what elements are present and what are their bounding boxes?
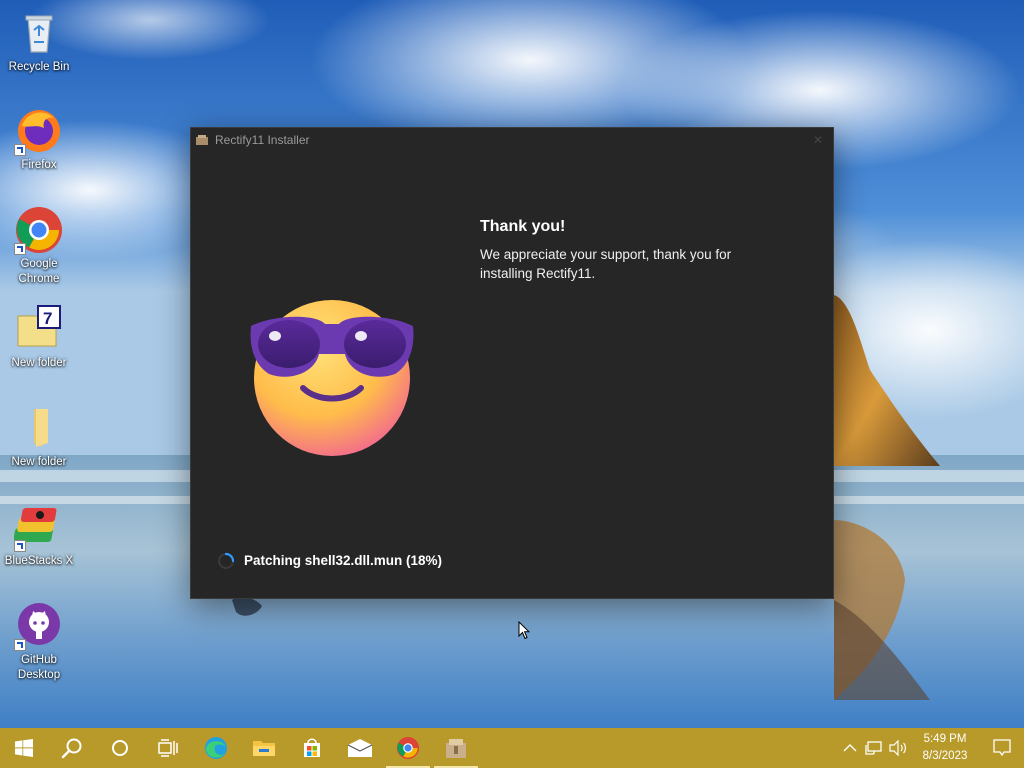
desktop-icon-label: New folder xyxy=(11,357,67,369)
installer-icon xyxy=(446,739,466,758)
svg-text:7: 7 xyxy=(43,309,52,328)
desktop-icon-label: BlueStacks X xyxy=(4,555,74,567)
taskbar-installer[interactable] xyxy=(432,728,480,768)
close-button[interactable]: ✕ xyxy=(803,128,833,152)
cortana-button[interactable] xyxy=(96,728,144,768)
chevron-up-icon xyxy=(843,744,857,752)
edge-icon xyxy=(205,737,227,759)
start-button[interactable] xyxy=(0,728,48,768)
desktop-icon-firefox[interactable]: Firefox xyxy=(0,106,78,173)
network-icon xyxy=(865,741,882,755)
chrome-icon xyxy=(14,205,64,255)
task-view-icon xyxy=(158,739,178,757)
desktop-icon-github-desktop[interactable]: GitHub Desktop xyxy=(0,601,78,683)
show-hidden-icons-button[interactable] xyxy=(838,728,862,768)
store-icon xyxy=(304,738,320,757)
action-center-icon xyxy=(993,739,1011,757)
bluestacks-icon xyxy=(13,502,64,552)
shortcut-arrow-icon xyxy=(14,243,26,255)
taskbar-file-explorer[interactable] xyxy=(240,728,288,768)
install-status-text: Patching shell32.dll.mun (18%) xyxy=(244,553,443,568)
clock-time: 5:49 PM xyxy=(923,733,967,745)
folder-icon xyxy=(14,403,64,453)
recycle-bin-icon xyxy=(14,8,64,58)
search-icon xyxy=(61,738,82,759)
installer-window[interactable]: Rectify11 Installer ✕ Thank you! We appr… xyxy=(190,127,834,599)
desktop-icon-new-folder[interactable]: New folder xyxy=(0,403,78,470)
start-icon xyxy=(15,739,33,757)
thank-you-message: We appreciate your support, thank you fo… xyxy=(480,247,732,281)
taskbar-store[interactable] xyxy=(288,728,336,768)
search-button[interactable] xyxy=(48,728,96,768)
cortana-icon xyxy=(112,740,128,756)
taskbar-clock[interactable]: 5:49 PM 8/3/2023 xyxy=(910,731,980,765)
volume-icon xyxy=(889,740,906,756)
thank-you-heading: Thank you! xyxy=(480,218,566,235)
shortcut-arrow-icon xyxy=(14,144,26,156)
taskbar: 5:49 PM 8/3/2023 xyxy=(0,728,1024,768)
desktop-icon-label: Google Chrome xyxy=(18,258,60,285)
desktop-icon-new-folder-7zip[interactable]: 7 New folder xyxy=(0,304,78,371)
desktop-icon-label: Recycle Bin xyxy=(8,61,70,73)
chrome-icon xyxy=(396,736,420,760)
taskbar-mail[interactable] xyxy=(336,728,384,768)
window-titlebar[interactable]: Rectify11 Installer ✕ xyxy=(191,128,833,152)
desktop-icon-google-chrome[interactable]: Google Chrome xyxy=(0,205,78,287)
firefox-icon xyxy=(14,106,64,156)
file-explorer-icon xyxy=(253,741,275,756)
taskbar-edge[interactable] xyxy=(192,728,240,768)
desktop-icon-bluestacks[interactable]: BlueStacks X xyxy=(0,502,78,569)
shortcut-arrow-icon xyxy=(14,639,26,651)
desktop-icon-recycle-bin[interactable]: Recycle Bin xyxy=(0,8,78,75)
mouse-cursor-icon xyxy=(518,621,530,640)
window-title: Rectify11 Installer xyxy=(215,133,310,147)
sunglasses-emoji-illustration xyxy=(250,300,414,456)
folder-7zip-icon: 7 xyxy=(14,304,64,354)
clock-date: 8/3/2023 xyxy=(922,750,968,762)
network-button[interactable] xyxy=(862,728,886,768)
system-tray: 5:49 PM 8/3/2023 xyxy=(838,728,1024,768)
github-desktop-icon xyxy=(14,601,64,651)
shortcut-arrow-icon xyxy=(14,540,26,552)
desktop-icon-label: Firefox xyxy=(21,159,57,171)
mail-icon xyxy=(347,739,373,757)
task-view-button[interactable] xyxy=(144,728,192,768)
installer-icon xyxy=(196,135,208,145)
progress-spinner-icon xyxy=(218,552,235,569)
action-center-button[interactable] xyxy=(980,728,1024,768)
desktop-icon-label: GitHub Desktop xyxy=(17,654,61,681)
volume-button[interactable] xyxy=(886,728,910,768)
desktop-icon-label: New folder xyxy=(11,456,67,468)
taskbar-chrome[interactable] xyxy=(384,728,432,768)
